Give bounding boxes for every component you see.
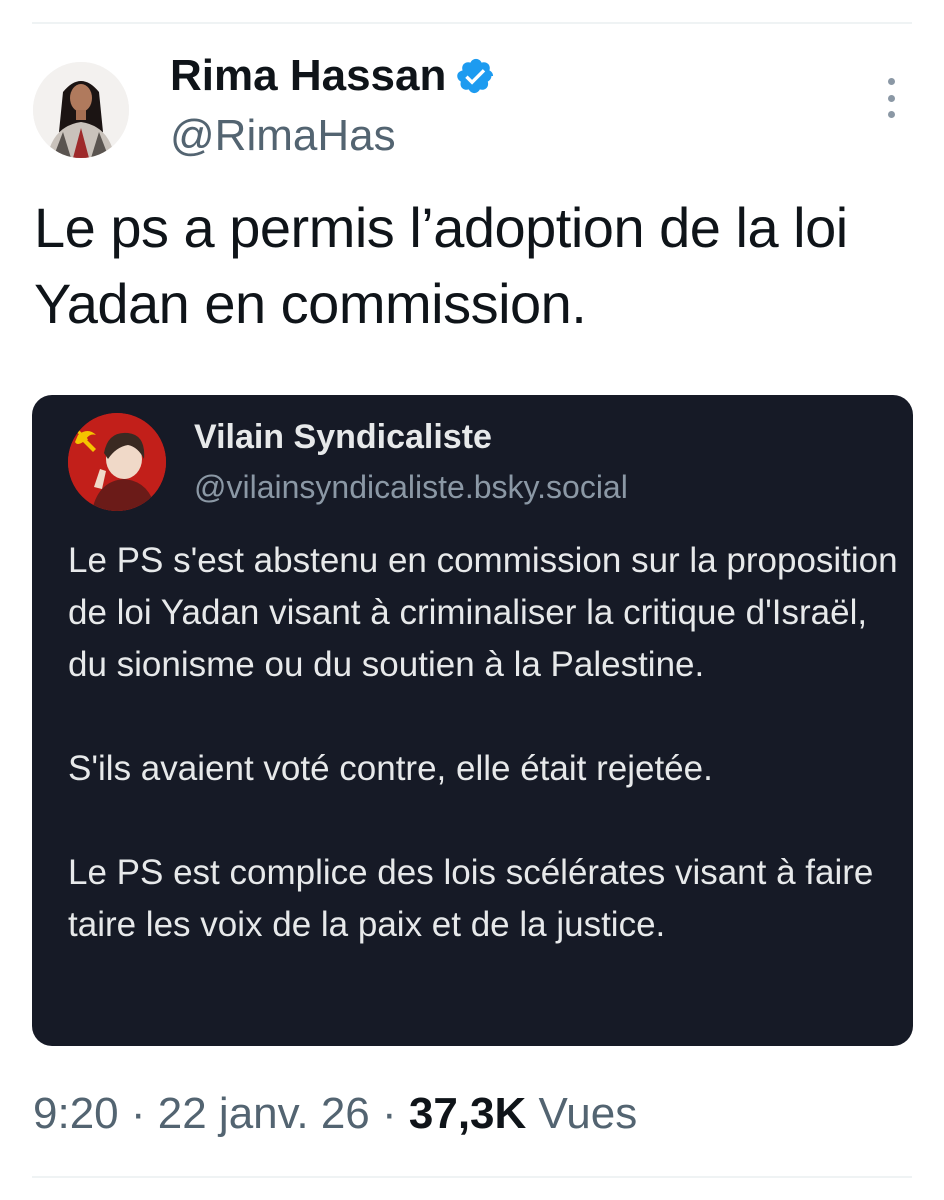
author-avatar[interactable] bbox=[33, 62, 129, 158]
author-name[interactable]: Rima Hassan bbox=[170, 50, 446, 102]
embedded-post-card[interactable]: Vilain Syndicaliste @vilainsyndicaliste.… bbox=[32, 395, 913, 1046]
top-divider bbox=[32, 22, 912, 24]
tweet-meta: 9:20 · 22 janv. 26 · 37,3K Vues bbox=[33, 1088, 637, 1140]
verified-badge-icon bbox=[456, 56, 496, 96]
tweet-text: Le ps a permis l’adoption de la loi Yada… bbox=[34, 196, 848, 335]
more-dot bbox=[887, 94, 895, 102]
more-dot bbox=[887, 111, 895, 118]
embed-author-name[interactable]: Vilain Syndicaliste bbox=[194, 417, 492, 457]
more-vertical-icon[interactable] bbox=[877, 78, 905, 118]
embed-text: Le PS s'est abstenu en commission sur la… bbox=[68, 535, 898, 951]
views-label: Vues bbox=[538, 1089, 638, 1138]
bottom-divider bbox=[32, 1176, 912, 1178]
views-count: 37,3K bbox=[408, 1089, 527, 1138]
embed-paragraph: Le PS s'est abstenu en commission sur la… bbox=[68, 541, 898, 684]
tweet-time[interactable]: 9:20 bbox=[33, 1089, 119, 1138]
more-dot bbox=[887, 78, 895, 85]
meta-separator: · bbox=[118, 1089, 158, 1138]
author-name-row[interactable]: Rima Hassan bbox=[170, 50, 496, 102]
meta-separator: · bbox=[369, 1089, 409, 1138]
author-handle[interactable]: @RimaHas bbox=[170, 110, 396, 162]
embed-paragraph: S'ils avaient voté contre, elle était re… bbox=[68, 749, 713, 788]
embed-author-handle[interactable]: @vilainsyndicaliste.bsky.social bbox=[194, 467, 628, 507]
embed-author-avatar bbox=[68, 413, 166, 511]
embed-paragraph: Le PS est complice des lois scélérates v… bbox=[68, 853, 874, 944]
tweet-date[interactable]: 22 janv. 26 bbox=[158, 1089, 370, 1138]
